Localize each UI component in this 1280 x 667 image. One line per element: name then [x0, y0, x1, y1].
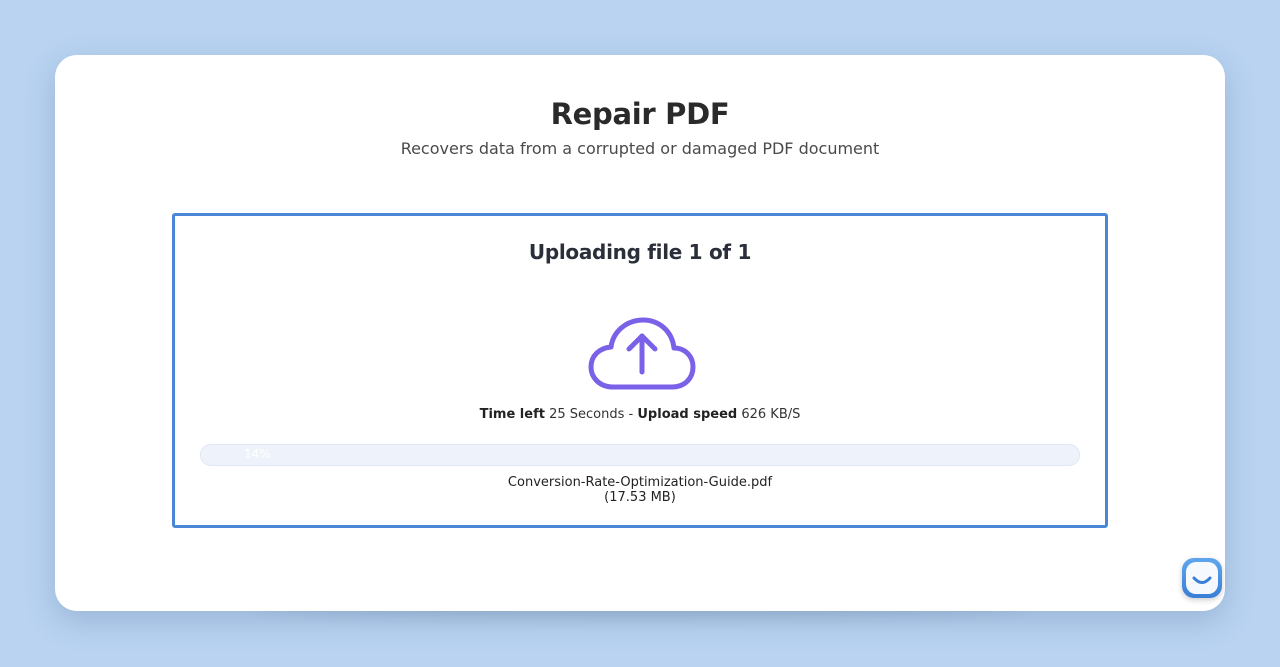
page-subtitle: Recovers data from a corrupted or damage… [400, 139, 880, 158]
upload-panel: Uploading file 1 of 1 Time left 25 Secon… [172, 213, 1108, 528]
upload-stats: Time left 25 Seconds - Upload speed 626 … [175, 407, 1105, 422]
upload-progress-label: 14% [244, 447, 271, 461]
time-left-value: 25 Seconds [549, 407, 625, 422]
chat-smile-icon [1186, 562, 1218, 594]
cloud-upload-icon [586, 314, 698, 392]
chat-widget-button[interactable] [1182, 558, 1222, 598]
upload-progress-bar: 14% [200, 444, 1080, 466]
time-left-label: Time left [479, 407, 545, 422]
file-size: (17.53 MB) [604, 490, 676, 505]
upload-speed-value: 626 KB/S [741, 407, 801, 422]
file-name: Conversion-Rate-Optimization-Guide.pdf [507, 475, 773, 490]
page-title: Repair PDF [550, 97, 730, 131]
upload-speed-label: Upload speed [637, 407, 738, 422]
stats-separator: - [628, 407, 634, 422]
upload-status-title: Uploading file 1 of 1 [528, 240, 752, 264]
